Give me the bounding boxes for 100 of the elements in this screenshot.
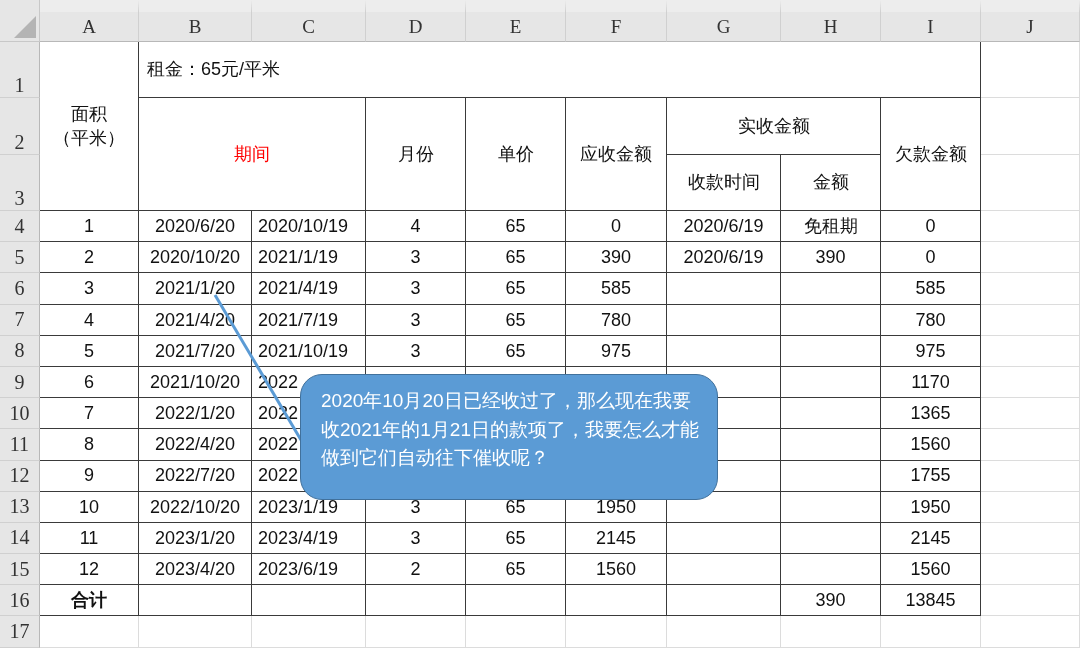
table-cell: 免租期: [781, 211, 881, 243]
table-cell: 3: [366, 522, 466, 555]
row-header[interactable]: 11: [0, 429, 40, 461]
row-header[interactable]: 15: [0, 554, 40, 586]
table-title: 租金：65元/平米: [139, 42, 981, 98]
row-header[interactable]: 3: [0, 155, 40, 211]
table-cell: 975: [566, 335, 667, 367]
table-cell: 2021/1/19: [252, 242, 366, 274]
table-cell: 780: [566, 304, 667, 336]
table-cell: 975: [881, 335, 981, 367]
column-header[interactable]: G: [667, 0, 781, 42]
column-header[interactable]: F: [566, 0, 667, 42]
table-cell: 2023/6/19: [252, 554, 366, 586]
table-cell: 2145: [566, 522, 667, 555]
table-cell: 2021/4/19: [252, 273, 366, 305]
column-header[interactable]: H: [781, 0, 881, 42]
total-label: 合计: [40, 585, 139, 617]
header-cell: 实收金额: [667, 98, 881, 155]
table-cell: 65: [466, 242, 566, 274]
table-cell: 3: [366, 335, 466, 367]
row-header[interactable]: 14: [0, 522, 40, 555]
column-header[interactable]: E: [466, 0, 566, 42]
table-cell: 65: [466, 273, 566, 305]
row-header[interactable]: 12: [0, 460, 40, 492]
row-header[interactable]: 17: [0, 616, 40, 648]
table-cell: 2022/10/20: [139, 491, 252, 523]
table-cell: 10: [40, 491, 139, 523]
table-cell: 1: [40, 211, 139, 243]
table-cell: 65: [466, 522, 566, 555]
table-cell: 1170: [881, 366, 981, 399]
table-cell: 5: [40, 335, 139, 367]
table-cell: 3: [366, 304, 466, 336]
row-header[interactable]: 13: [0, 491, 40, 523]
column-header[interactable]: I: [881, 0, 981, 42]
row-header[interactable]: 4: [0, 211, 40, 243]
table-cell: 4: [40, 304, 139, 336]
row-header[interactable]: 10: [0, 398, 40, 430]
table-cell: 12: [40, 554, 139, 586]
table-cell: 3: [366, 273, 466, 305]
table-cell: 9: [40, 460, 139, 492]
table-cell: 11: [40, 522, 139, 555]
table-cell: 2021/7/20: [139, 335, 252, 367]
table-cell: 2023/4/20: [139, 554, 252, 586]
table-cell: 2022/1/20: [139, 398, 252, 430]
column-header[interactable]: C: [252, 0, 366, 42]
row-header[interactable]: 6: [0, 273, 40, 305]
table-cell: 2023/4/19: [252, 522, 366, 555]
table-cell: 65: [466, 304, 566, 336]
table-cell: 0: [881, 242, 981, 274]
table-cell: 2: [366, 554, 466, 586]
header-cell: 月份: [366, 98, 466, 211]
table-cell: 2020/6/19: [667, 211, 781, 243]
table-cell: 65: [466, 554, 566, 586]
table-cell: 3: [40, 273, 139, 305]
column-header[interactable]: B: [139, 0, 252, 42]
row-header[interactable]: 2: [0, 98, 40, 155]
column-header[interactable]: J: [981, 0, 1080, 42]
table-cell: 390: [566, 242, 667, 274]
table-cell: 7: [40, 398, 139, 430]
table-cell: 1560: [881, 429, 981, 461]
table-cell: 585: [881, 273, 981, 305]
table-cell: 65: [466, 335, 566, 367]
table-cell: 2145: [881, 522, 981, 555]
table-cell: 2021/1/20: [139, 273, 252, 305]
comment-callout: 2020年10月20日已经收过了，那么现在我要收2021年的1月21日的款项了，我要怎么才能做到它们自动往下催收呢？: [300, 374, 718, 500]
table-cell: 6: [40, 366, 139, 399]
column-header[interactable]: A: [40, 0, 139, 42]
header-text: 面积: [71, 102, 107, 126]
table-cell: 2020/10/19: [252, 211, 366, 243]
table-cell: 390: [781, 585, 881, 617]
row-header[interactable]: 16: [0, 585, 40, 617]
table-cell: 2022/4/20: [139, 429, 252, 461]
row-header[interactable]: 1: [0, 42, 40, 98]
table-cell: 4: [366, 211, 466, 243]
row-header[interactable]: 9: [0, 366, 40, 399]
row-header[interactable]: 8: [0, 335, 40, 367]
header-cell: 收款时间: [667, 155, 781, 211]
row-header[interactable]: 5: [0, 242, 40, 274]
table-cell: 0: [566, 211, 667, 243]
table-cell: 0: [881, 211, 981, 243]
table-cell: 3: [366, 242, 466, 274]
table-cell: 390: [781, 242, 881, 274]
table-cell: 13845: [881, 585, 981, 617]
table-cell: 2021/10/19: [252, 335, 366, 367]
header-cell: 欠款金额: [881, 98, 981, 211]
table-cell: 2022/7/20: [139, 460, 252, 492]
table-cell: 2023/1/20: [139, 522, 252, 555]
row-header[interactable]: 7: [0, 304, 40, 336]
column-header[interactable]: D: [366, 0, 466, 42]
table-cell: 1950: [881, 491, 981, 523]
table-cell: 2020/6/19: [667, 242, 781, 274]
table-cell: 585: [566, 273, 667, 305]
table-cell: 2021/10/20: [139, 366, 252, 399]
table-cell: 780: [881, 304, 981, 336]
table-cell: 2021/7/19: [252, 304, 366, 336]
header-text: （平米）: [53, 127, 125, 150]
table-cell: 2020/10/20: [139, 242, 252, 274]
table-cell: 8: [40, 429, 139, 461]
table-cell: 1755: [881, 460, 981, 492]
header-cell: 应收金额: [566, 98, 667, 211]
